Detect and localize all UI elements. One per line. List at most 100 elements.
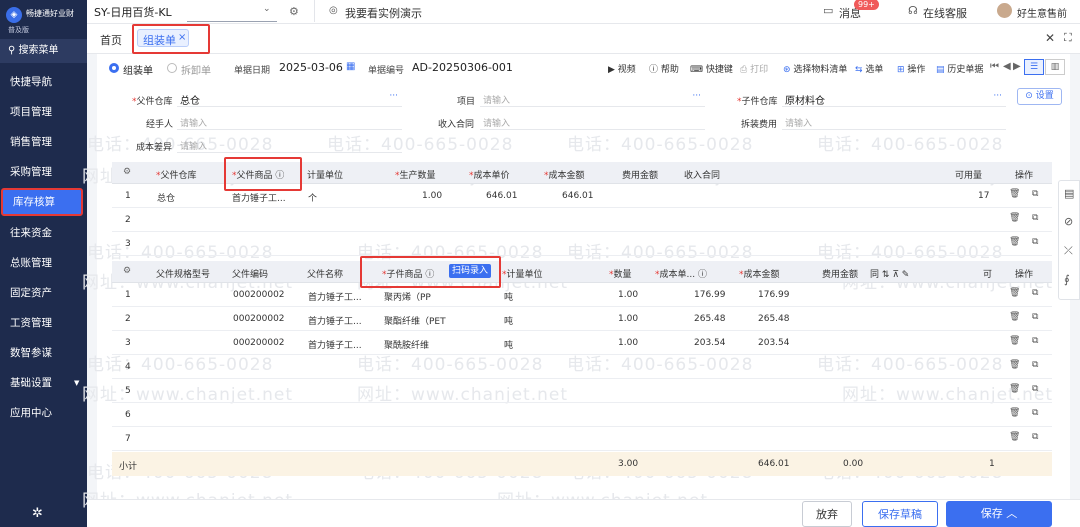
- copy-row-icon[interactable]: ⧉: [1032, 408, 1038, 418]
- table-row[interactable]: 3: [112, 232, 1052, 256]
- print-button[interactable]: ⎙ 打印: [740, 62, 768, 75]
- operations-button[interactable]: ⊞ 操作: [897, 62, 925, 75]
- settings-icon[interactable]: ⚙: [289, 5, 299, 18]
- pin-icon[interactable]: ⊼: [892, 270, 899, 280]
- cell-qty[interactable]: 1.00: [618, 290, 638, 300]
- copy-row-icon[interactable]: ⧉: [1032, 384, 1038, 394]
- save-button[interactable]: 保存 ︿: [946, 501, 1052, 527]
- delete-row-icon[interactable]: 🗑: [1009, 237, 1020, 247]
- sidebar-item-basic-settings[interactable]: 基础设置 ▼: [0, 371, 87, 395]
- list-view-icon[interactable]: ☰: [1024, 59, 1044, 75]
- cell-produce-qty[interactable]: 1.00: [422, 191, 442, 201]
- cell-unit[interactable]: 吨: [504, 338, 513, 351]
- cell-cost-amount[interactable]: 203.54: [758, 338, 790, 348]
- account-selector[interactable]: SY-日用百货-KL: [94, 4, 172, 20]
- select-bom-button[interactable]: ⊛ 选择物料清单: [783, 62, 847, 75]
- cell-cost-amount[interactable]: 265.48: [758, 314, 790, 324]
- video-button[interactable]: ▶ 视频: [608, 62, 636, 75]
- settings-button[interactable]: ⊙ 设置: [1017, 88, 1062, 105]
- detail-view-icon[interactable]: ▥: [1045, 59, 1065, 75]
- table-row[interactable]: 2 000200002 首力锤子工... 聚酯纤维（PET 吨 1.00 265…: [112, 307, 1052, 331]
- gear-icon[interactable]: ✲: [32, 506, 43, 521]
- delete-row-icon[interactable]: 🗑: [1009, 408, 1020, 418]
- sidebar-item-sales[interactable]: 销售管理: [0, 130, 87, 154]
- more-icon[interactable]: ···: [692, 91, 701, 101]
- copy-row-icon[interactable]: ⧉: [1032, 237, 1038, 247]
- delete-row-icon[interactable]: 🗑: [1009, 360, 1020, 370]
- sidebar-item-analytics[interactable]: 数智参谋: [0, 341, 87, 365]
- cell-unit-cost[interactable]: 265.48: [694, 314, 726, 324]
- copy-row-icon[interactable]: ⧉: [1032, 360, 1038, 370]
- contract-field[interactable]: 请输入: [480, 114, 705, 130]
- column-settings-icon[interactable]: ⚙: [123, 167, 131, 177]
- cell-cost-amount[interactable]: 176.99: [758, 290, 790, 300]
- column-settings-icon[interactable]: ⚙: [123, 266, 131, 276]
- cell-parent-product[interactable]: 首力锤子工...: [232, 191, 300, 204]
- radio-disassemble[interactable]: [167, 63, 177, 73]
- avatar[interactable]: [997, 3, 1012, 18]
- sidebar-item-funds[interactable]: 往来资金: [0, 221, 87, 245]
- demo-link[interactable]: 我要看实例演示: [345, 5, 422, 21]
- cell-cost-amount[interactable]: 646.01: [562, 191, 594, 201]
- copy-row-icon[interactable]: ⧉: [1032, 213, 1038, 223]
- copy-row-icon[interactable]: ⧉: [1032, 432, 1038, 442]
- tab-home[interactable]: 首页: [100, 32, 122, 48]
- child-wh-field[interactable]: 原材料仓 ···: [782, 91, 1006, 107]
- fullscreen-icon[interactable]: ⛶: [1064, 31, 1072, 45]
- delete-row-icon[interactable]: 🗑: [1009, 384, 1020, 394]
- copy-row-icon[interactable]: ⧉: [1032, 288, 1038, 298]
- parent-wh-field[interactable]: 总仓 ···: [177, 91, 402, 107]
- sidebar-item-app-center[interactable]: 应用中心: [0, 401, 87, 425]
- next-page-icon[interactable]: ▶: [1013, 61, 1021, 72]
- help-button[interactable]: ⓘ 帮助: [649, 62, 679, 75]
- delete-row-icon[interactable]: 🗑: [1009, 213, 1020, 223]
- cell-unit-cost[interactable]: 203.54: [694, 338, 726, 348]
- table-row[interactable]: 1 000200002 首力锤子工... 聚丙烯（PP 吨 1.00 176.9…: [112, 283, 1052, 307]
- close-icon[interactable]: ✕: [1045, 31, 1055, 45]
- share-icon[interactable]: ⤫: [1064, 244, 1073, 258]
- delete-row-icon[interactable]: 🗑: [1009, 288, 1020, 298]
- table-row[interactable]: 3 000200002 首力锤子工... 聚酰胺纤维 吨 1.00 203.54…: [112, 331, 1052, 355]
- sidebar-item-fixed-assets[interactable]: 固定资产: [0, 281, 87, 305]
- search-menu-button[interactable]: ⚲ 搜索菜单: [0, 39, 87, 63]
- more-icon[interactable]: ···: [389, 91, 398, 101]
- link-icon[interactable]: ⊘: [1064, 215, 1073, 228]
- sidebar-item-purchase[interactable]: 采购管理: [0, 160, 87, 184]
- table-row[interactable]: 1 总仓 首力锤子工... 个 1.00 646.01 646.01 17: [112, 184, 1052, 208]
- copy-row-icon[interactable]: ⧉: [1032, 189, 1038, 199]
- chevron-down-icon[interactable]: ⌄: [263, 4, 271, 14]
- sidebar-item-project[interactable]: 项目管理: [0, 100, 87, 124]
- cell-child-product[interactable]: 聚酯纤维（PET: [384, 314, 460, 327]
- cost-diff-field[interactable]: 请输入: [177, 137, 402, 153]
- handler-field[interactable]: 请输入: [177, 114, 402, 130]
- select-order-button[interactable]: ⇆ 选单: [855, 62, 883, 75]
- cell-unit[interactable]: 吨: [504, 314, 513, 327]
- project-field[interactable]: 请输入 ···: [480, 91, 705, 107]
- sidebar-item-payroll[interactable]: 工资管理: [0, 311, 87, 335]
- discard-button[interactable]: 放弃: [802, 501, 852, 527]
- cell-child-product[interactable]: 聚酰胺纤维: [384, 338, 460, 351]
- cell-unit-cost[interactable]: 176.99: [694, 290, 726, 300]
- sidebar-item-ledger[interactable]: 总账管理: [0, 251, 87, 275]
- sidebar-item-quick-nav[interactable]: 快捷导航: [0, 70, 87, 94]
- cell-parent-wh[interactable]: 总仓: [157, 191, 175, 204]
- document-icon[interactable]: ▤: [1064, 187, 1074, 200]
- delete-row-icon[interactable]: 🗑: [1009, 336, 1020, 346]
- delete-row-icon[interactable]: 🗑: [1009, 189, 1020, 199]
- first-page-icon[interactable]: ⏮: [990, 61, 999, 72]
- cell-qty[interactable]: 1.00: [618, 314, 638, 324]
- sidebar-item-inventory[interactable]: 库存核算: [1, 188, 83, 216]
- formula-icon[interactable]: ∮: [1064, 273, 1070, 286]
- more-icon[interactable]: ···: [993, 91, 1002, 101]
- radio-assemble[interactable]: [109, 63, 119, 73]
- table-row[interactable]: 7: [112, 427, 1052, 451]
- table-row[interactable]: 2: [112, 208, 1052, 232]
- save-draft-button[interactable]: 保存草稿: [862, 501, 938, 527]
- copy-row-icon[interactable]: ⧉: [1032, 312, 1038, 322]
- history-button[interactable]: ▤ 历史单据: [936, 62, 983, 75]
- cell-unit[interactable]: 吨: [504, 290, 513, 303]
- sort-icon[interactable]: ⇅: [882, 270, 890, 280]
- tab-assemble-order[interactable]: 组装单 ×: [137, 29, 189, 47]
- close-tab-icon[interactable]: ×: [178, 32, 186, 43]
- copy-row-icon[interactable]: ⧉: [1032, 336, 1038, 346]
